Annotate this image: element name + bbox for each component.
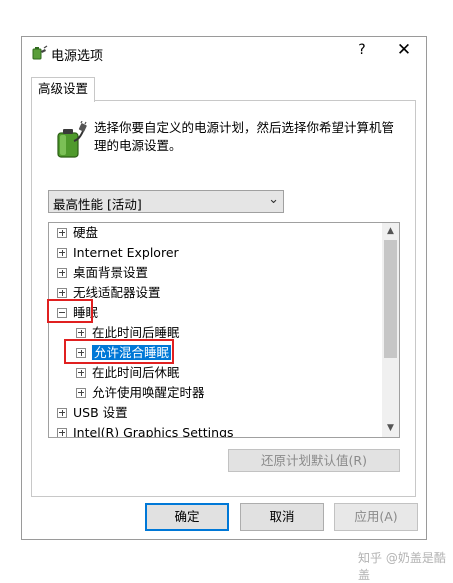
tree-item-label: 无线适配器设置 <box>73 285 161 300</box>
collapse-minus-icon[interactable] <box>57 307 67 318</box>
tree-item-intel-graphics[interactable]: Intel(R) Graphics Settings <box>57 423 234 438</box>
tree-item-label: USB 设置 <box>73 405 128 420</box>
tab-advanced-settings[interactable]: 高级设置 <box>31 77 96 102</box>
tree-item-wireless-adapter[interactable]: 无线适配器设置 <box>57 283 161 303</box>
tree-item-sleep-after[interactable]: 在此时间后睡眠 <box>76 323 180 343</box>
cancel-button[interactable]: 取消 <box>240 503 324 531</box>
tree-item-desktop-background[interactable]: 桌面背景设置 <box>57 263 148 283</box>
expand-plus-icon[interactable] <box>57 247 67 258</box>
tree-item-label: Internet Explorer <box>73 245 179 260</box>
battery-plug-icon <box>57 121 87 158</box>
tree-item-label: 在此时间后睡眠 <box>92 325 180 340</box>
chevron-up-icon[interactable]: ▲ <box>382 223 399 240</box>
advanced-settings-panel: 选择你要自定义的电源计划，然后选择你希望计算机管理的电源设置。 最高性能 [活动… <box>31 100 416 497</box>
apply-button[interactable]: 应用(A) <box>334 503 418 531</box>
tree-item-hibernate-after[interactable]: 在此时间后休眠 <box>76 363 180 383</box>
power-plan-value: 最高性能 [活动] <box>53 197 142 212</box>
tree-item-hybrid-sleep[interactable]: 允许混合睡眠 <box>76 343 172 363</box>
tree-item-internet-explorer[interactable]: Internet Explorer <box>57 243 179 263</box>
tree-scrollbar[interactable]: ▲ ▼ <box>382 223 399 437</box>
expand-plus-icon[interactable] <box>57 407 67 418</box>
tree-item-label: 睡眠 <box>73 305 99 320</box>
expand-plus-icon[interactable] <box>76 367 86 378</box>
expand-plus-icon[interactable] <box>57 427 67 437</box>
tree-item-label: 硬盘 <box>73 225 99 240</box>
power-options-icon <box>32 45 48 60</box>
expand-plus-icon[interactable] <box>76 387 86 398</box>
help-button[interactable]: ? <box>352 42 372 58</box>
expand-plus-icon[interactable] <box>76 347 86 358</box>
tree-item-label: 允许使用唤醒定时器 <box>92 385 205 400</box>
chevron-down-icon: ⌄ <box>268 192 279 207</box>
plan-description: 选择你要自定义的电源计划，然后选择你希望计算机管理的电源设置。 <box>94 120 395 153</box>
close-button[interactable]: ✕ <box>392 40 416 60</box>
expand-plus-icon[interactable] <box>57 227 67 238</box>
power-plan-select[interactable]: 最高性能 [活动] ⌄ <box>48 190 284 213</box>
tree-item-label: 桌面背景设置 <box>73 265 149 280</box>
tree-item-harddisk[interactable]: 硬盘 <box>57 223 98 243</box>
watermark: 知乎 @奶盖是酷盖 <box>358 551 446 582</box>
scroll-thumb[interactable] <box>384 240 397 358</box>
power-settings-tree[interactable]: 硬盘 Internet Explorer 桌面背景设置 无线适配器设置 睡眠 在… <box>48 222 400 438</box>
title-bar: 电源选项 ? ✕ <box>22 37 426 67</box>
power-options-dialog: 电源选项 ? ✕ 高级设置 选择你要自定义的电源计划，然后选择你希望计算机管理的… <box>21 36 427 540</box>
chevron-down-icon[interactable]: ▼ <box>382 420 399 437</box>
expand-plus-icon[interactable] <box>57 267 67 278</box>
tree-item-usb-settings[interactable]: USB 设置 <box>57 403 128 423</box>
expand-plus-icon[interactable] <box>57 287 67 298</box>
expand-plus-icon[interactable] <box>76 327 86 338</box>
restore-defaults-button[interactable]: 还原计划默认值(R) <box>228 449 400 472</box>
tree-item-wake-timers[interactable]: 允许使用唤醒定时器 <box>76 383 205 403</box>
window-title: 电源选项 <box>51 49 104 64</box>
tree-item-label: Intel(R) Graphics Settings <box>73 425 234 438</box>
tree-item-label: 在此时间后休眠 <box>92 365 180 380</box>
tree-item-label-selected: 允许混合睡眠 <box>92 345 172 360</box>
tree-item-sleep[interactable]: 睡眠 <box>57 303 98 323</box>
ok-button[interactable]: 确定 <box>145 503 229 531</box>
